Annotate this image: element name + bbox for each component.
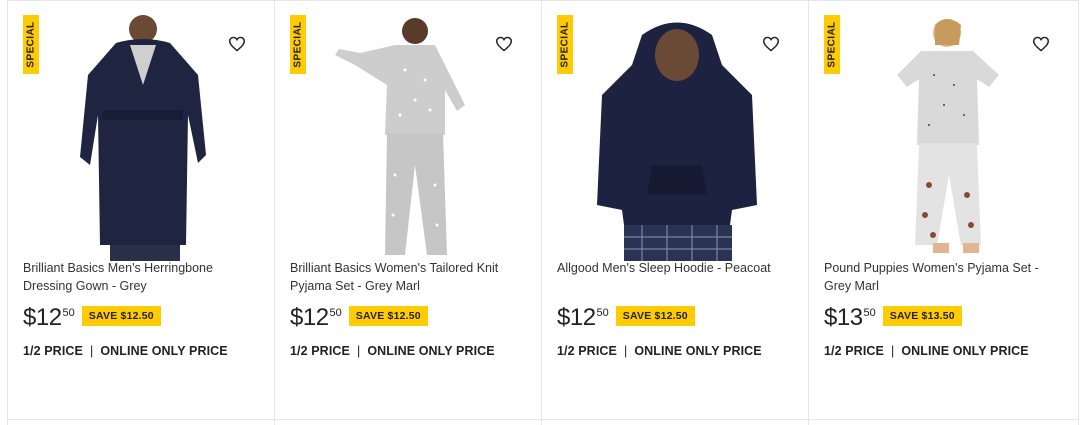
promo-text: 1/2 PRICE | ONLINE ONLY PRICE bbox=[23, 344, 228, 358]
special-badge: SPECIAL bbox=[557, 15, 573, 74]
product-image[interactable] bbox=[849, 15, 1039, 261]
product-image[interactable] bbox=[582, 15, 772, 261]
divider bbox=[275, 419, 541, 420]
special-badge: SPECIAL bbox=[290, 15, 306, 74]
price-dollars: $12 bbox=[23, 304, 62, 331]
product-image[interactable] bbox=[315, 15, 505, 261]
price-row: $12 50 SAVE $12.50 bbox=[290, 305, 428, 331]
price-cents: 50 bbox=[596, 307, 609, 319]
product-card[interactable]: SPECIAL Brilliant Basics Women's Tailore… bbox=[274, 0, 542, 425]
divider bbox=[542, 419, 808, 420]
save-badge: SAVE $12.50 bbox=[615, 306, 695, 326]
special-badge: SPECIAL bbox=[824, 15, 840, 74]
promo-text: 1/2 PRICE | ONLINE ONLY PRICE bbox=[557, 344, 762, 358]
price-row: $13 50 SAVE $13.50 bbox=[824, 305, 962, 331]
price-dollars: $13 bbox=[824, 304, 863, 331]
product-image[interactable] bbox=[48, 15, 238, 261]
price-row: $12 50 SAVE $12.50 bbox=[557, 305, 695, 331]
divider bbox=[809, 419, 1078, 420]
promo-text: 1/2 PRICE | ONLINE ONLY PRICE bbox=[290, 344, 495, 358]
divider bbox=[8, 419, 274, 420]
price-cents: 50 bbox=[62, 307, 75, 319]
product-card[interactable]: SPECIAL Brilliant Basics Men's Herringbo… bbox=[7, 0, 275, 425]
promo-text: 1/2 PRICE | ONLINE ONLY PRICE bbox=[824, 344, 1029, 358]
price-cents: 50 bbox=[329, 307, 342, 319]
save-badge: SAVE $12.50 bbox=[81, 306, 161, 326]
special-badge: SPECIAL bbox=[23, 15, 39, 74]
price-dollars: $12 bbox=[290, 304, 329, 331]
product-card[interactable]: SPECIAL Allgood Men's Sleep Hoodie - Pea… bbox=[541, 0, 809, 425]
price-row: $12 50 SAVE $12.50 bbox=[23, 305, 161, 331]
product-card[interactable]: SPECIAL Pound Puppies Women's Pyjama Set… bbox=[808, 0, 1079, 425]
product-grid: SPECIAL Brilliant Basics Men's Herringbo… bbox=[0, 0, 1080, 425]
product-title[interactable]: Pound Puppies Women's Pyjama Set - Grey … bbox=[824, 259, 1060, 295]
product-title[interactable]: Brilliant Basics Men's Herringbone Dress… bbox=[23, 259, 259, 295]
save-badge: SAVE $12.50 bbox=[348, 306, 428, 326]
save-badge: SAVE $13.50 bbox=[882, 306, 962, 326]
price-dollars: $12 bbox=[557, 304, 596, 331]
price-cents: 50 bbox=[863, 307, 876, 319]
product-title[interactable]: Brilliant Basics Women's Tailored Knit P… bbox=[290, 259, 526, 295]
product-title[interactable]: Allgood Men's Sleep Hoodie - Peacoat bbox=[557, 259, 793, 277]
